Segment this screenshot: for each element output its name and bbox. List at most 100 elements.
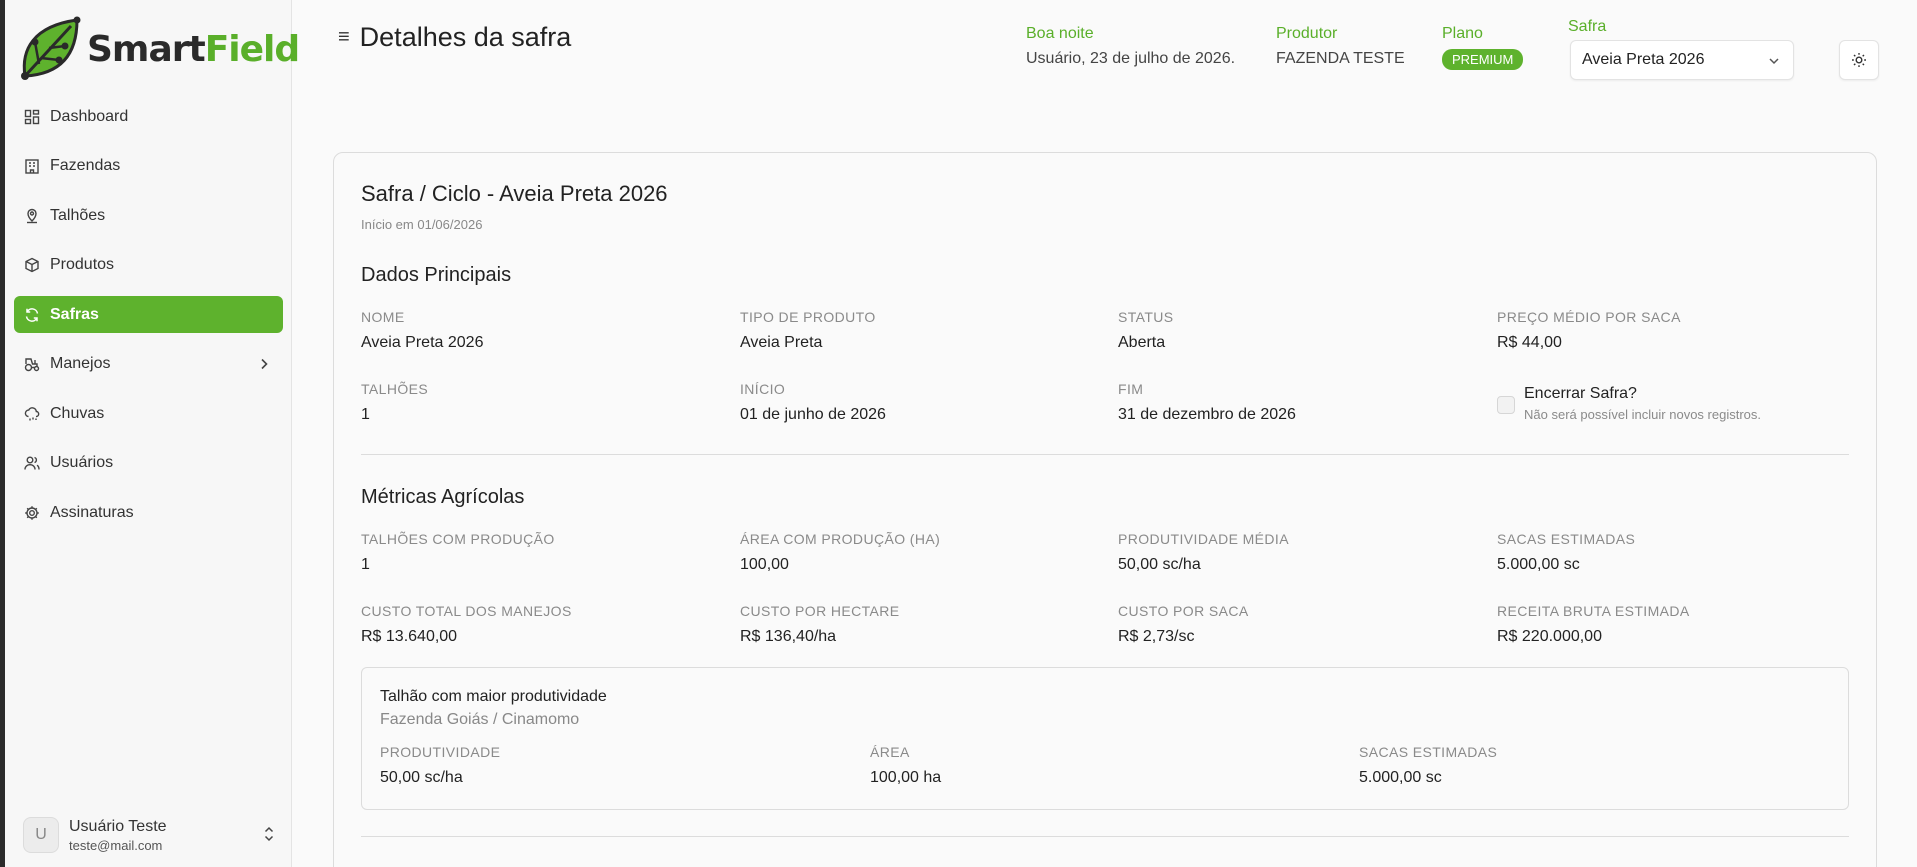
greeting-block: Boa noite Usuário, 23 de julho de 2026. bbox=[1026, 25, 1235, 68]
field-nome: NOME Aveia Preta 2026 bbox=[361, 309, 483, 352]
plan-badge: PREMIUM bbox=[1442, 49, 1524, 70]
metric-sacas-estimadas: SACAS ESTIMADAS 5.000,00 sc bbox=[1497, 531, 1635, 574]
field-preco-medio: PREÇO MÉDIO POR SACA R$ 44,00 bbox=[1497, 309, 1681, 352]
plan-block: Plano PREMIUM bbox=[1442, 25, 1524, 70]
field-label: INÍCIO bbox=[740, 381, 786, 397]
field-fim: FIM 31 de dezembro de 2026 bbox=[1118, 381, 1296, 424]
card-subtitle: Início em 01/06/2026 bbox=[361, 217, 483, 232]
dashboard-icon bbox=[24, 109, 40, 125]
page-title: Detalhes da safra bbox=[359, 22, 572, 52]
chevron-down-icon bbox=[1767, 54, 1781, 73]
section-divider bbox=[361, 454, 1849, 455]
field-value: Aveia Preta bbox=[740, 334, 823, 351]
safra-select-value: Aveia Preta 2026 bbox=[1582, 51, 1705, 68]
sidebar-item-manejos[interactable]: Manejos bbox=[14, 346, 283, 383]
field-label: TIPO DE PRODUTO bbox=[740, 309, 876, 325]
user-info: Usuário Teste teste@mail.com bbox=[69, 818, 167, 853]
best-plot-area: ÁREA 100,00 ha bbox=[870, 744, 941, 787]
field-label: TALHÕES COM PRODUÇÃO bbox=[361, 531, 555, 547]
card-title: Safra / Ciclo - Aveia Preta 2026 bbox=[361, 181, 668, 206]
field-label: PREÇO MÉDIO POR SACA bbox=[1497, 309, 1681, 325]
safra-label: Safra bbox=[1568, 18, 1607, 35]
map-pin-icon bbox=[24, 208, 40, 224]
chevron-right-icon bbox=[257, 357, 271, 376]
field-label: FIM bbox=[1118, 381, 1144, 397]
user-name: Usuário Teste bbox=[69, 817, 167, 835]
best-plot-card: Talhão com maior produtividade Fazenda G… bbox=[361, 667, 1849, 810]
field-inicio: INÍCIO 01 de junho de 2026 bbox=[740, 381, 886, 424]
greeting-value: Usuário, 23 de julho de 2026. bbox=[1026, 50, 1236, 67]
field-label: STATUS bbox=[1118, 309, 1174, 325]
field-value: Aberta bbox=[1118, 334, 1166, 351]
sidebar-item-fazendas[interactable]: Fazendas bbox=[14, 148, 283, 185]
field-value: Aveia Preta 2026 bbox=[361, 334, 484, 351]
sidebar-item-produtos[interactable]: Produtos bbox=[14, 247, 283, 284]
field-value: 1 bbox=[361, 406, 370, 423]
sidebar-item-label: Assinaturas bbox=[50, 503, 134, 521]
package-icon bbox=[24, 257, 40, 273]
sidebar-item-usuarios[interactable]: Usuários bbox=[14, 445, 283, 482]
sidebar-item-talhoes[interactable]: Talhões bbox=[14, 197, 283, 234]
sidebar-item-label: Dashboard bbox=[50, 107, 129, 125]
theme-toggle-button[interactable] bbox=[1839, 40, 1879, 80]
tractor-icon bbox=[24, 356, 40, 372]
field-value: 50,00 sc/ha bbox=[1118, 556, 1201, 573]
safra-select[interactable]: Aveia Preta 2026 bbox=[1570, 40, 1794, 80]
greeting-label: Boa noite bbox=[1026, 25, 1094, 42]
producer-label: Produtor bbox=[1276, 25, 1338, 42]
user-menu[interactable]: U Usuário Teste teste@mail.com bbox=[23, 815, 285, 855]
field-label: CUSTO TOTAL DOS MANEJOS bbox=[361, 603, 572, 619]
field-label: PRODUTIVIDADE bbox=[380, 744, 501, 760]
field-label: TALHÕES bbox=[361, 381, 429, 397]
field-value: R$ 136,40/ha bbox=[740, 628, 837, 645]
gear-icon bbox=[24, 505, 40, 521]
best-plot-subtitle: Fazenda Goiás / Cinamomo bbox=[380, 711, 580, 728]
leaf-logo-icon bbox=[21, 16, 81, 80]
field-value: 100,00 bbox=[740, 556, 789, 573]
field-value: 5.000,00 sc bbox=[1359, 769, 1442, 786]
field-value: R$ 2,73/sc bbox=[1118, 628, 1195, 645]
sidebar-nav: Dashboard Fazendas Talhões Produtos Safr… bbox=[14, 98, 283, 544]
sidebar-item-label: Talhões bbox=[50, 206, 106, 224]
user-email: teste@mail.com bbox=[69, 837, 163, 853]
encerrar-safra-label: Encerrar Safra? bbox=[1524, 385, 1637, 402]
logo-text-smart: Smart bbox=[87, 28, 206, 70]
field-value: 50,00 sc/ha bbox=[380, 769, 463, 786]
field-label: ÁREA bbox=[870, 744, 910, 760]
logo-text: Smart Field bbox=[87, 28, 300, 70]
field-value: R$ 220.000,00 bbox=[1497, 628, 1602, 645]
section-title-main: Dados Principais bbox=[361, 264, 512, 286]
metric-custo-hectare: CUSTO POR HECTARE R$ 136,40/ha bbox=[740, 603, 900, 646]
refresh-icon bbox=[24, 307, 40, 323]
field-label: SACAS ESTIMADAS bbox=[1497, 531, 1636, 547]
field-talhoes: TALHÕES 1 bbox=[361, 381, 428, 424]
sidebar-item-safras[interactable]: Safras bbox=[14, 296, 283, 333]
sidebar-item-label: Safras bbox=[50, 305, 99, 323]
hamburger-menu-icon[interactable]: ≡ bbox=[338, 26, 350, 49]
sidebar-item-label: Usuários bbox=[50, 454, 114, 471]
field-value: 100,00 ha bbox=[870, 769, 942, 786]
sidebar-item-assinaturas[interactable]: Assinaturas bbox=[14, 494, 283, 531]
field-status: STATUS Aberta bbox=[1118, 309, 1174, 352]
safra-label-block: Safra bbox=[1568, 18, 1606, 36]
sidebar: Smart Field Dashboard Fazendas Talhões Pr… bbox=[5, 0, 300, 867]
sidebar-item-label: Produtos bbox=[50, 256, 115, 273]
encerrar-safra-checkbox[interactable] bbox=[1497, 396, 1515, 414]
plan-label: Plano bbox=[1442, 25, 1483, 42]
header-title-group: ≡ Detalhes da safra bbox=[338, 22, 571, 53]
field-label: SACAS ESTIMADAS bbox=[1359, 744, 1498, 760]
sidebar-item-dashboard[interactable]: Dashboard bbox=[14, 98, 283, 135]
chevrons-up-down-icon bbox=[261, 825, 277, 848]
metric-talhoes-producao: TALHÕES COM PRODUÇÃO 1 bbox=[361, 531, 555, 574]
producer-block: Produtor FAZENDA TESTE bbox=[1276, 25, 1405, 68]
metric-receita-bruta: RECEITA BRUTA ESTIMADA R$ 220.000,00 bbox=[1497, 603, 1690, 646]
logo[interactable]: Smart Field bbox=[19, 14, 300, 84]
sidebar-item-label: Fazendas bbox=[50, 157, 121, 174]
best-plot-title: Talhão com maior produtividade bbox=[380, 688, 607, 705]
sidebar-item-label: Manejos bbox=[50, 355, 111, 372]
field-value: R$ 44,00 bbox=[1497, 334, 1562, 351]
sidebar-item-chuvas[interactable]: Chuvas bbox=[14, 395, 283, 432]
sun-icon bbox=[1852, 53, 1866, 67]
users-icon bbox=[24, 455, 40, 471]
sidebar-item-label: Chuvas bbox=[50, 404, 105, 422]
